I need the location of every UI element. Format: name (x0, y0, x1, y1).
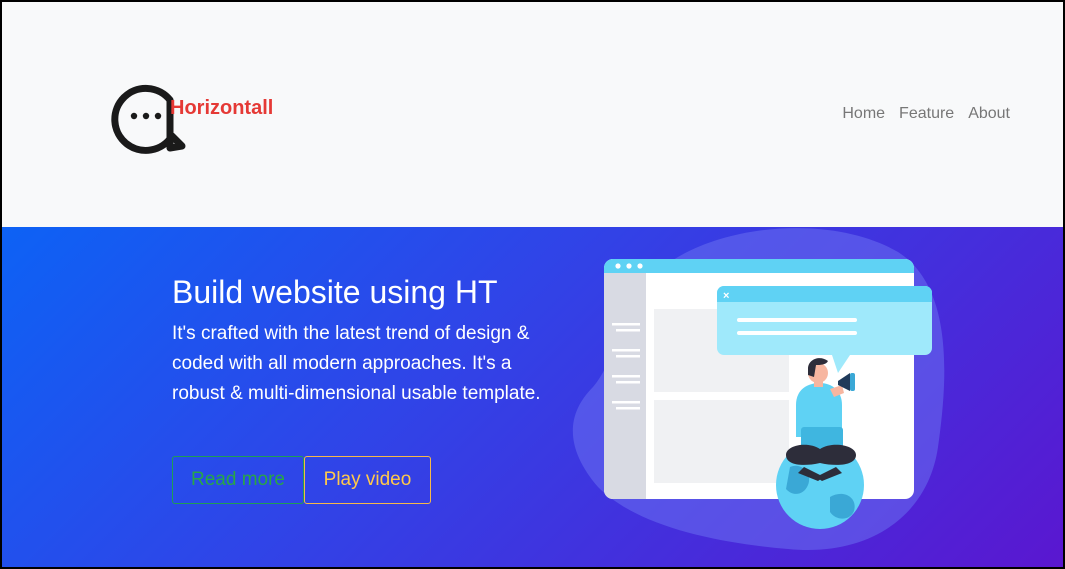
brand-name: Horizontall (170, 97, 274, 119)
read-more-button[interactable]: Read more (172, 456, 304, 504)
hero-title: Build website using HT (172, 274, 498, 310)
hero-text: Build website using HT It's crafted with… (172, 273, 542, 409)
svg-text:×: × (723, 290, 729, 302)
nav-item-feature[interactable]: Feature (892, 103, 961, 125)
page-frame: Horizontall Home Feature About Build web… (0, 0, 1065, 569)
hero-section: Build website using HT It's crafted with… (2, 227, 1063, 567)
nav-item-home[interactable]: Home (835, 103, 892, 125)
main-nav: Home Feature About (835, 103, 1017, 125)
play-video-button[interactable]: Play video (304, 456, 431, 504)
hero-buttons: Read more Play video (172, 456, 431, 504)
navbar: Horizontall Home Feature About (2, 2, 1063, 227)
nav-item-about[interactable]: About (961, 103, 1017, 125)
hero-description: It's crafted with the latest trend of de… (172, 323, 541, 404)
person-with-megaphone-illustration: × (572, 228, 945, 551)
